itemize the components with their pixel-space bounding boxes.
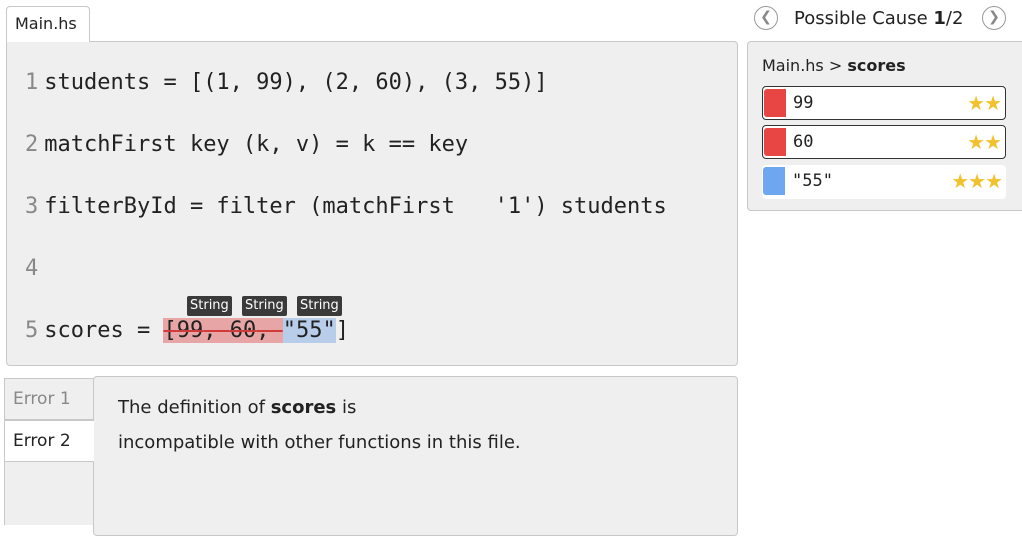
code-line-2: 2 matchFirst key (k, v) = k == key xyxy=(25,130,468,160)
line-number: 4 xyxy=(25,256,39,281)
error-message-panel: The definition of scores is incompatible… xyxy=(93,376,738,536)
code-text: filterById = filter (matchFirst '1') stu… xyxy=(44,194,667,219)
type-tag-55: String xyxy=(297,296,342,316)
tab-error-1[interactable]: Error 1 xyxy=(4,378,94,420)
cause-row-60[interactable]: 60 ★★ xyxy=(762,125,1006,159)
chevron-right-icon[interactable]: ❯ xyxy=(982,6,1006,30)
color-swatch xyxy=(763,167,785,195)
color-swatch xyxy=(764,128,786,156)
value-60-highlight[interactable]: 60 xyxy=(229,318,257,343)
close-bracket: ] xyxy=(335,318,349,343)
chevron-left-icon[interactable]: ❮ xyxy=(754,6,778,30)
cause-value: 99 xyxy=(793,93,814,113)
value-99-highlight[interactable]: 99 xyxy=(176,318,204,343)
star-rating-icon: ★★★ xyxy=(951,169,1003,193)
color-swatch xyxy=(764,89,786,117)
cause-label: Possible Cause xyxy=(794,8,934,29)
tab-error-2[interactable]: Error 2 xyxy=(4,420,94,462)
cause-value: "55" xyxy=(792,171,833,191)
cause-total: /2 xyxy=(945,8,964,29)
tab-main-hs[interactable]: Main.hs xyxy=(6,6,90,42)
message-text: The definition of xyxy=(118,397,271,418)
code-line-4: 4 xyxy=(25,254,44,284)
breadcrumb-file: Main.hs > xyxy=(762,56,848,75)
cause-row-99[interactable]: 99 ★★ xyxy=(762,86,1006,120)
possible-cause-title: Possible Cause 1/2 xyxy=(794,8,963,29)
cause-current: 1 xyxy=(933,8,946,29)
error-tab-strip xyxy=(4,462,94,525)
message-text: is xyxy=(336,397,357,418)
breadcrumb: Main.hs > scores xyxy=(762,56,906,75)
error-message-line-1: The definition of scores is xyxy=(118,397,356,418)
line-number: 3 xyxy=(25,194,39,219)
code-line-1: 1 students = [(1, 99), (2, 60), (3, 55)] xyxy=(25,68,548,98)
breadcrumb-symbol: scores xyxy=(847,56,906,75)
cause-row-55[interactable]: "55" ★★★ xyxy=(762,165,1006,199)
line-number: 5 xyxy=(25,318,39,343)
cause-value: 60 xyxy=(793,132,814,152)
line-number: 1 xyxy=(25,70,39,95)
type-tag-99: String xyxy=(187,296,232,316)
open-bracket: [ xyxy=(163,318,177,343)
cause-panel: Main.hs > scores 99 ★★ 60 ★★ "55" ★★★ xyxy=(747,41,1022,211)
code-text: matchFirst key (k, v) = k == key xyxy=(44,132,469,157)
message-symbol: scores xyxy=(270,397,337,418)
code-text: students = [(1, 99), (2, 60), (3, 55)] xyxy=(44,70,548,95)
code-line-5: 5 scores = [99, 60, "55"] xyxy=(25,316,349,346)
separator: , xyxy=(203,318,230,343)
error-message-line-2: incompatible with other functions in thi… xyxy=(118,432,521,453)
star-rating-icon: ★★ xyxy=(967,130,1002,154)
separator: , xyxy=(256,318,283,343)
line-number: 2 xyxy=(25,132,39,157)
star-rating-icon: ★★ xyxy=(967,91,1002,115)
code-prefix: scores = xyxy=(44,318,164,343)
value-55-highlight[interactable]: "55" xyxy=(282,318,336,343)
code-line-3: 3 filterById = filter (matchFirst '1') st… xyxy=(25,192,667,222)
code-editor[interactable]: 1 students = [(1, 99), (2, 60), (3, 55)] … xyxy=(6,41,738,366)
type-tag-60: String xyxy=(242,296,287,316)
